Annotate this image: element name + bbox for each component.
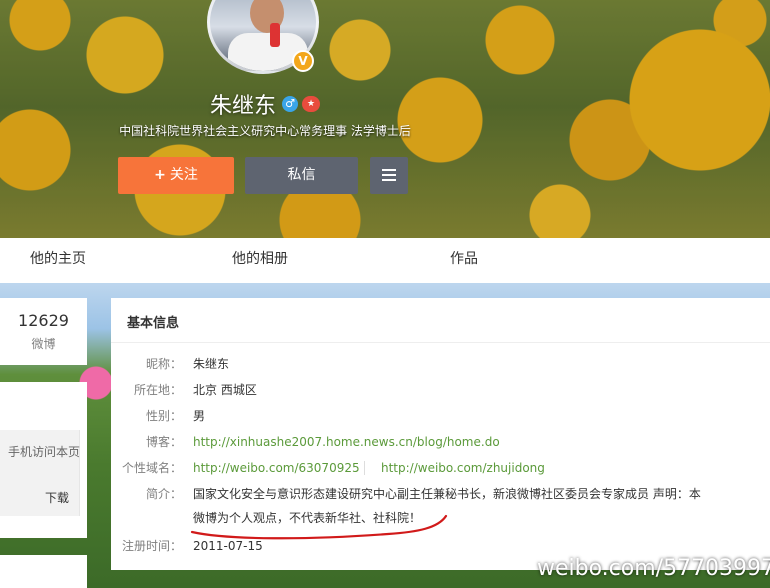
domain-link-numeric[interactable]: http://weibo.com/63070925 xyxy=(193,461,360,475)
plus-icon: + xyxy=(154,167,166,183)
hamburger-menu-icon xyxy=(382,169,396,181)
info-label: 博客： xyxy=(145,435,182,449)
left-bottom-card xyxy=(0,555,87,588)
weibo-count: 12629 xyxy=(18,311,69,330)
intro-line-1: 国家文化安全与意识形态建设研究中心副主任兼秘书长，新浪微博社区委员会专家成员 声… xyxy=(193,487,701,501)
basic-info-title: 基本信息 xyxy=(127,316,180,331)
message-button[interactable]: 私信 xyxy=(245,157,358,194)
weibo-count-card[interactable]: 12629 微博 xyxy=(0,298,87,365)
tab-works[interactable]: 作品 xyxy=(450,238,478,283)
weibo-count-label: 微博 xyxy=(31,337,56,351)
blog-link[interactable]: http://xinhuashe2007.home.news.cn/blog/h… xyxy=(193,435,500,449)
info-label: 注册时间： xyxy=(121,539,182,553)
male-icon: ♂ xyxy=(282,96,298,112)
mobile-qr-card: 手机访问本页 下载 xyxy=(0,382,87,538)
domain-link-custom[interactable]: http://weibo.com/zhujidong xyxy=(381,461,545,475)
info-label: 个性域名： xyxy=(121,461,182,475)
follow-label: 关注 xyxy=(169,167,198,183)
info-label: 昵称： xyxy=(145,357,182,371)
info-label: 简介： xyxy=(145,487,182,501)
info-label: 所在地： xyxy=(133,383,182,397)
qr-panel: 手机访问本页 下载 xyxy=(0,430,80,516)
mobile-access-text: 手机访问本页 xyxy=(7,445,80,459)
medal-icon[interactable]: ★ xyxy=(302,96,320,112)
avatar-bottle xyxy=(270,23,280,47)
divider xyxy=(111,342,770,343)
follow-button[interactable]: + 关注 xyxy=(118,157,234,194)
profile-name: 朱继东 xyxy=(209,94,276,119)
watermark: weibo.com/577039977 xyxy=(537,556,770,581)
info-value: 男 xyxy=(193,409,206,423)
info-value: 朱继东 xyxy=(193,357,230,371)
tab-home[interactable]: 他的主页 xyxy=(30,238,86,283)
profile-tabs: 他的主页 他的相册 作品 xyxy=(0,238,770,283)
more-button[interactable] xyxy=(370,157,408,194)
info-label: 性别： xyxy=(145,409,182,423)
download-link[interactable]: 下载 xyxy=(45,489,69,506)
red-underline-annotation xyxy=(190,514,448,540)
link-separator xyxy=(364,461,365,475)
profile-name-row: 朱继东 ♂ ★ xyxy=(0,88,530,120)
info-value: 北京 西城区 xyxy=(193,383,257,397)
profile-bio: 中国社科院世界社会主义研究中心常务理事 法学博士后 xyxy=(119,124,411,138)
verified-badge-icon: V xyxy=(292,50,314,72)
tab-album[interactable]: 他的相册 xyxy=(232,238,288,283)
